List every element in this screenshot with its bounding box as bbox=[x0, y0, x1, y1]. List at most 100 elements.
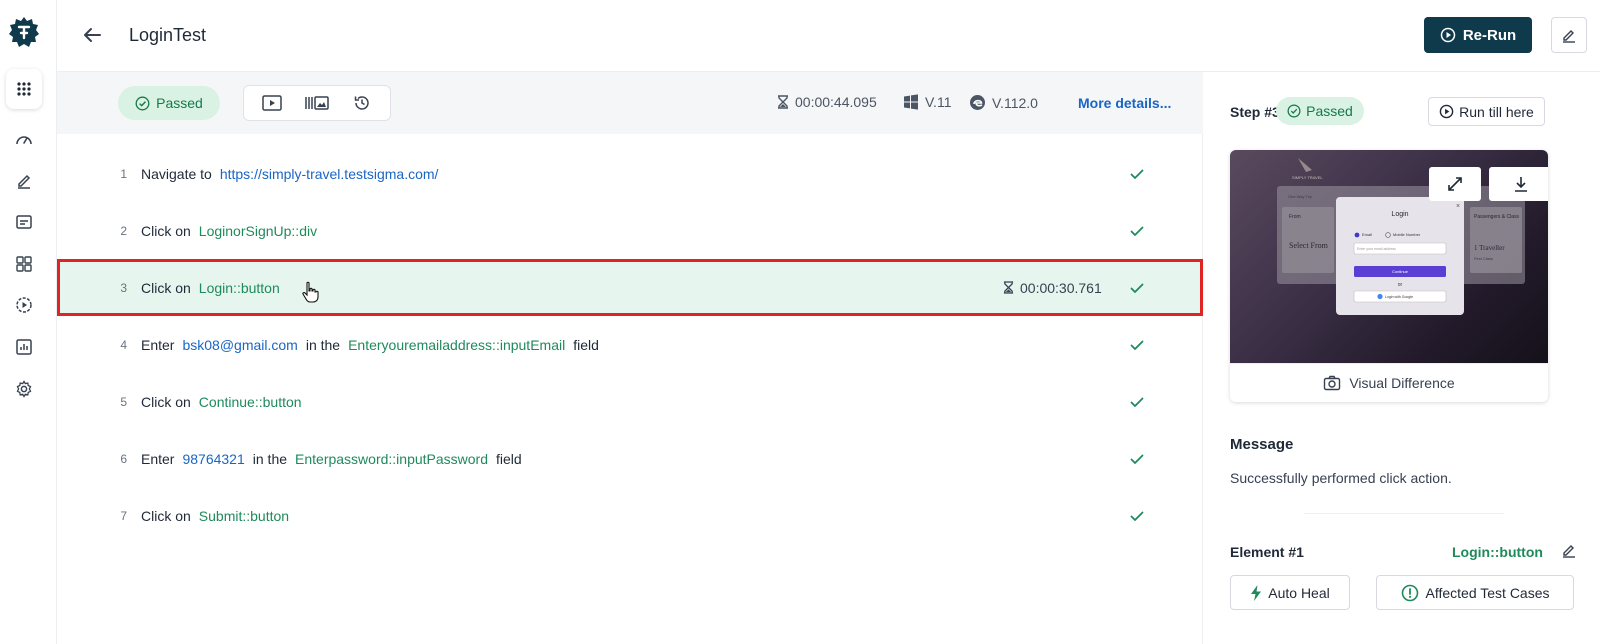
test-plans-folder-icon[interactable] bbox=[14, 212, 34, 232]
step-row[interactable]: 4 Enter bsk08@gmail.com in the Enteryouremai… bbox=[57, 316, 1203, 373]
step-passed-check-icon bbox=[1130, 511, 1144, 521]
step-duration: 00:00:30.761 bbox=[1003, 280, 1102, 296]
auto-heal-label: Auto Heal bbox=[1268, 584, 1330, 601]
testsigma-logo-icon[interactable] bbox=[8, 16, 40, 48]
rerun-label: Re-Run bbox=[1462, 26, 1517, 44]
visual-difference-label: Visual Difference bbox=[1349, 375, 1455, 391]
step-detail-panel: Step #3 Passed Run till here SIMPLY TRAV… bbox=[1204, 72, 1600, 644]
preview-input-placeholder: Enter your email address bbox=[1357, 247, 1396, 251]
run-status-label: Passed bbox=[156, 95, 203, 111]
run-till-here-button[interactable]: Run till here bbox=[1428, 97, 1545, 126]
run-status-badge: Passed bbox=[118, 86, 220, 120]
step-screenshot[interactable]: SIMPLY TRAVEL One Way Trip From Select F… bbox=[1230, 150, 1548, 363]
step-passed-check-icon bbox=[1130, 454, 1144, 464]
preview-radio-mobile: Mobile Number bbox=[1393, 232, 1421, 237]
os-info: V.11 bbox=[903, 94, 951, 110]
step-content: Click on Continue::button bbox=[141, 394, 310, 410]
grid-dots-icon bbox=[17, 82, 31, 96]
apps-grid-button[interactable] bbox=[6, 69, 42, 109]
modules-grid-icon[interactable] bbox=[14, 254, 34, 274]
settings-gear-icon[interactable] bbox=[14, 379, 34, 399]
step-action: Click on bbox=[141, 507, 191, 524]
preview-google: Login with Google bbox=[1385, 295, 1413, 299]
preview-passengers-label: Passengers & Class bbox=[1474, 214, 1520, 220]
step-row[interactable]: 7 Click on Submit::button bbox=[57, 487, 1203, 544]
step-number: 2 bbox=[120, 223, 127, 238]
visual-difference-button[interactable]: Visual Difference bbox=[1230, 363, 1548, 402]
preview-tab-one-way: One Way Trip bbox=[1288, 194, 1313, 199]
step-row[interactable]: 5 Click on Continue::button bbox=[57, 373, 1203, 430]
page-title: LoginTest bbox=[129, 25, 207, 45]
edit-test-button[interactable] bbox=[1551, 17, 1587, 53]
step-element-link[interactable]: Enterpassword::inputPassword bbox=[295, 451, 488, 467]
step-content: Click on Submit::button bbox=[141, 508, 297, 524]
element-label: Element #1 bbox=[1230, 544, 1304, 560]
step-element-link[interactable]: Login::button bbox=[199, 280, 280, 296]
dashboard-gauge-icon[interactable] bbox=[14, 130, 34, 150]
step-action: Enter bbox=[141, 450, 175, 467]
step-element-link[interactable]: Enteryouremailaddress::inputEmail bbox=[348, 337, 565, 353]
play-circle-icon bbox=[1439, 104, 1454, 119]
video-play-icon bbox=[262, 95, 283, 111]
step-passed-check-icon bbox=[1130, 283, 1144, 293]
auto-heal-button[interactable]: Auto Heal bbox=[1230, 575, 1350, 610]
run-results-play-icon[interactable] bbox=[14, 295, 34, 315]
step-number: 3 bbox=[120, 280, 127, 295]
history-view-button[interactable] bbox=[348, 91, 376, 115]
step-test-data[interactable]: https://simply-travel.testsigma.com/ bbox=[220, 166, 439, 182]
browser-version: V.112.0 bbox=[992, 94, 1038, 111]
message-text: Successfully performed click action. bbox=[1230, 470, 1452, 486]
step-content: Enter bsk08@gmail.com in the Enteryouremail… bbox=[141, 337, 607, 353]
more-details-link[interactable]: More details... bbox=[1078, 95, 1171, 111]
download-screenshot-button[interactable] bbox=[1489, 167, 1548, 201]
edit-element-pencil-icon[interactable] bbox=[1560, 541, 1578, 559]
step-action: Click on bbox=[141, 393, 191, 410]
steps-list: 1 Navigate to https://simply-travel.testsi… bbox=[57, 145, 1203, 544]
rerun-button[interactable]: Re-Run bbox=[1424, 17, 1532, 53]
reports-chart-icon[interactable] bbox=[14, 337, 34, 357]
edge-browser-icon bbox=[970, 95, 985, 110]
step-row[interactable]: 1 Navigate to https://simply-travel.testsi… bbox=[57, 145, 1203, 202]
run-duration-value: 00:00:44.095 bbox=[795, 94, 877, 110]
step-number: 6 bbox=[120, 451, 127, 466]
message-label: Message bbox=[1230, 436, 1294, 453]
step-element-link[interactable]: Submit::button bbox=[199, 508, 289, 524]
play-circle-icon bbox=[1440, 27, 1456, 43]
steps-screenshot-view-button[interactable] bbox=[303, 91, 331, 115]
video-view-button[interactable] bbox=[258, 91, 286, 115]
history-clock-icon bbox=[354, 96, 369, 110]
back-arrow-icon[interactable] bbox=[81, 24, 103, 46]
nav-rail bbox=[0, 0, 57, 644]
steps-panel: Passed 00:00:44.095 V.11 V.112.0 More de… bbox=[57, 72, 1203, 644]
step-duration-value: 00:00:30.761 bbox=[1020, 279, 1102, 296]
preview-continue: Continue bbox=[1392, 269, 1409, 274]
test-authoring-pen-icon[interactable] bbox=[14, 170, 34, 190]
step-action: Click on bbox=[141, 222, 191, 239]
step-status-label: Passed bbox=[1306, 103, 1353, 119]
section-divider bbox=[1304, 513, 1504, 514]
step-text: field bbox=[496, 450, 522, 467]
step-row[interactable]: 3 Click on Login::button 00:00:30.761 bbox=[57, 259, 1203, 316]
step-content: Enter 98764321 in the Enterpassword::inputP… bbox=[141, 451, 530, 467]
hourglass-icon bbox=[778, 95, 788, 109]
download-icon bbox=[1515, 177, 1527, 192]
step-status-badge: Passed bbox=[1276, 97, 1364, 125]
step-test-data[interactable]: bsk08@gmail.com bbox=[182, 337, 297, 353]
expand-screenshot-button[interactable] bbox=[1429, 167, 1481, 201]
step-row[interactable]: 6 Enter 98764321 in the Enterpassword::input… bbox=[57, 430, 1203, 487]
step-passed-check-icon bbox=[1130, 226, 1144, 236]
step-element-link[interactable]: Continue::button bbox=[199, 394, 302, 410]
split-image-icon bbox=[305, 96, 329, 110]
step-action: Click on bbox=[141, 279, 191, 296]
step-row[interactable]: 2 Click on LoginorSignUp::div bbox=[57, 202, 1203, 259]
preview-modal-title: Login bbox=[1391, 211, 1408, 218]
step-action: Enter bbox=[141, 336, 175, 353]
affected-test-cases-button[interactable]: Affected Test Cases bbox=[1376, 575, 1574, 610]
browser-info: V.112.0 bbox=[969, 94, 1038, 111]
run-duration: 00:00:44.095 bbox=[777, 94, 877, 110]
element-name-link[interactable]: Login::button bbox=[1452, 544, 1543, 560]
step-element-link[interactable]: LoginorSignUp::div bbox=[199, 223, 317, 239]
step-content: Navigate to https://simply-travel.testsig… bbox=[141, 166, 446, 182]
step-test-data[interactable]: 98764321 bbox=[182, 451, 244, 467]
hand-cursor-icon bbox=[302, 281, 319, 303]
